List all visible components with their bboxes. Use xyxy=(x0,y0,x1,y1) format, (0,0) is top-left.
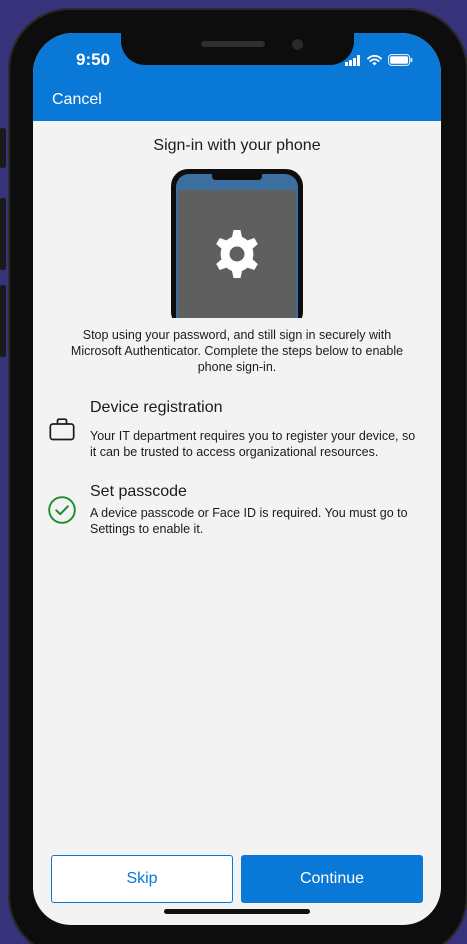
intro-text: Stop using your password, and still sign… xyxy=(70,328,404,374)
app-stage: 9:50 Cancel Sign-in with your phone Stop… xyxy=(0,0,467,944)
phone-settings-illustration xyxy=(171,169,303,318)
phone-screen: 9:50 Cancel Sign-in with your phone Stop… xyxy=(33,33,441,925)
checkmark-circle-icon xyxy=(48,496,76,524)
phone-notch xyxy=(121,33,354,65)
battery-icon xyxy=(388,54,413,66)
notch-speaker xyxy=(201,41,265,47)
wifi-icon xyxy=(367,54,382,65)
briefcase-icon xyxy=(49,418,75,441)
notch-camera xyxy=(292,39,303,50)
step-device-registration-title: Device registration xyxy=(90,399,223,416)
step-device-registration-description: Your IT department requires you to regis… xyxy=(90,429,416,459)
skip-button[interactable]: Skip xyxy=(51,855,233,903)
page-title: Sign-in with your phone xyxy=(153,137,321,154)
step-set-passcode-description: A device passcode or Face ID is required… xyxy=(90,506,408,536)
status-time: 9:50 xyxy=(76,50,111,69)
step-set-passcode-title: Set passcode xyxy=(90,483,187,500)
phone-volume-up-button xyxy=(0,198,6,270)
status-icons xyxy=(345,54,413,66)
phone-volume-down-button xyxy=(0,285,6,357)
app-header: 9:50 Cancel xyxy=(33,33,441,121)
home-indicator[interactable] xyxy=(164,909,310,914)
cancel-button[interactable]: Cancel xyxy=(52,91,102,109)
phone-mute-switch xyxy=(0,128,6,168)
continue-button[interactable]: Continue xyxy=(241,855,423,903)
